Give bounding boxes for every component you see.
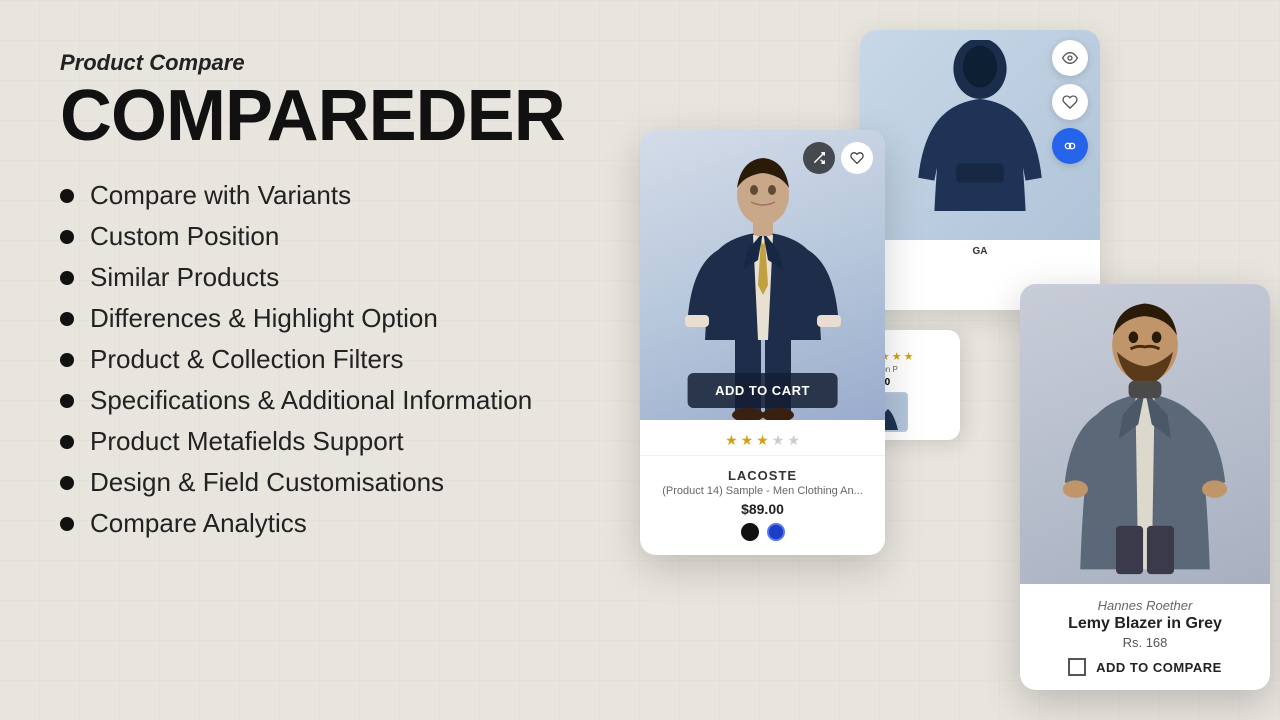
feature-label: Product Metafields Support [90,426,404,457]
eye-icon-button[interactable] [1052,40,1088,76]
heart-icon-button[interactable] [1052,84,1088,120]
feature-label: Compare with Variants [90,180,351,211]
swatch-blue[interactable] [767,523,785,541]
feature-item-compare-variants: Compare with Variants [60,180,660,211]
main-title: COMPAREDER [60,80,660,152]
subtitle: Product Compare [60,50,660,76]
feature-label: Compare Analytics [90,508,307,539]
feature-item-custom-position: Custom Position [60,221,660,252]
star-4: ★ [772,432,785,449]
card-main-lacoste: ADD TO CART ★ ★ ★ ★ ★ LACOSTE (Product 1… [640,130,885,555]
compare-checkbox[interactable] [1068,658,1086,676]
rating-stars: ★ ★ ★ ★ ★ [640,420,885,449]
partial-brand-name: GA [973,246,988,257]
feature-label: Custom Position [90,221,279,252]
card-back-brand: GA [967,240,994,263]
swatch-black[interactable] [741,523,759,541]
lacoste-price: $89.00 [654,501,871,517]
card-main-info: LACOSTE (Product 14) Sample - Men Clothi… [640,455,885,555]
left-panel: Product Compare COMPAREDER Compare with … [60,50,660,539]
add-to-compare-label[interactable]: ADD TO COMPARE [1096,660,1222,675]
feature-label: Specifications & Additional Information [90,385,532,416]
bullet-icon [60,353,74,367]
feature-item-metafields: Product Metafields Support [60,426,660,457]
feature-label: Product & Collection Filters [90,344,404,375]
feature-item-differences-highlight: Differences & Highlight Option [60,303,660,334]
add-to-cart-button[interactable]: ADD TO CART [687,373,838,408]
card-back-image [860,30,1100,240]
right-panel: GA GA ★ ★ ★ ★ mpton P $440 [620,0,1280,720]
bullet-icon [60,517,74,531]
bullet-icon [60,312,74,326]
star-1: ★ [725,432,738,449]
card-right-blazer: Hannes Roether Lemy Blazer in Grey Rs. 1… [1020,284,1270,690]
star-5: ★ [787,432,800,449]
feature-label: Design & Field Customisations [90,467,444,498]
blazer-svg [1040,289,1250,579]
color-swatches [654,523,871,541]
feature-item-similar-products: Similar Products [60,262,660,293]
bullet-icon [60,230,74,244]
card-main-actions [803,142,873,174]
star-4: ★ [904,350,914,363]
product-title: Lemy Blazer in Grey [1036,615,1254,633]
lacoste-product-name: (Product 14) Sample - Men Clothing An... [654,485,871,497]
compare-action-button[interactable] [803,142,835,174]
star-2: ★ [741,432,754,449]
card-right-info: Hannes Roether Lemy Blazer in Grey Rs. 1… [1020,584,1270,690]
card-back-icons [1052,40,1088,164]
hoodie-svg [910,40,1050,230]
features-list: Compare with Variants Custom Position Si… [60,180,660,539]
bullet-icon [60,189,74,203]
card-right-image [1020,284,1270,584]
feature-label: Similar Products [90,262,279,293]
bullet-icon [60,394,74,408]
bullet-icon [60,476,74,490]
lacoste-brand: LACOSTE [654,468,871,483]
compare-row: ADD TO COMPARE [1036,658,1254,676]
bullet-icon [60,271,74,285]
compare-icon-button[interactable] [1052,128,1088,164]
designer-name: Hannes Roether [1036,598,1254,613]
feature-item-design-field: Design & Field Customisations [60,467,660,498]
star-3: ★ [892,350,902,363]
product-price-rs: Rs. 168 [1036,635,1254,650]
wishlist-action-button[interactable] [841,142,873,174]
feature-item-product-collection: Product & Collection Filters [60,344,660,375]
star-3: ★ [756,432,769,449]
feature-item-analytics: Compare Analytics [60,508,660,539]
feature-item-specifications: Specifications & Additional Information [60,385,660,416]
card-main-image: ADD TO CART [640,130,885,420]
card-back-hoodie: GA [860,30,1100,310]
feature-label: Differences & Highlight Option [90,303,438,334]
bullet-icon [60,435,74,449]
